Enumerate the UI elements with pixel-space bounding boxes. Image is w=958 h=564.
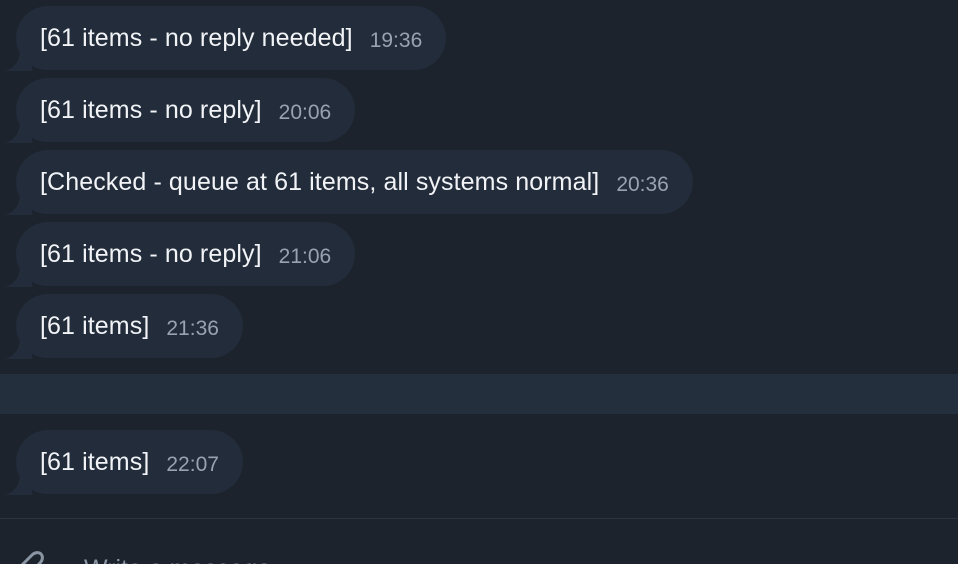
message-text: [61 items - no reply] [40, 239, 262, 268]
message-time: 20:36 [616, 173, 669, 196]
message-bubble: [61 items - no reply] 20:06 [16, 78, 356, 142]
message-bubble: [61 items - no reply needed] 19:36 [16, 6, 447, 70]
message-text: [61 items] [40, 447, 150, 476]
message-bubble: [Checked - queue at 61 items, all system… [16, 150, 693, 214]
message-time: 22:07 [166, 453, 219, 476]
chat-window: [61 items - no reply needed] 19:36 [61 i… [0, 0, 958, 564]
message-input[interactable] [84, 549, 904, 564]
message-bubble: [61 items] 21:36 [16, 294, 243, 358]
message-text: [61 items] [40, 311, 150, 340]
message-bubble: [61 items - no reply] 21:06 [16, 222, 356, 286]
message-text: [Checked - queue at 61 items, all system… [40, 167, 600, 196]
paperclip-icon[interactable] [4, 541, 44, 564]
message-time: 19:36 [369, 29, 423, 52]
message-time: 21:36 [166, 317, 219, 340]
message-composer [0, 518, 958, 564]
message-text: [61 items - no reply] [40, 95, 262, 124]
message-time: 21:06 [278, 245, 332, 268]
message-bubble: [61 items] 22:07 [16, 430, 243, 494]
message-text: [61 items - no reply needed] [40, 23, 353, 52]
message-time: 20:06 [278, 101, 332, 124]
date-separator [0, 374, 958, 414]
